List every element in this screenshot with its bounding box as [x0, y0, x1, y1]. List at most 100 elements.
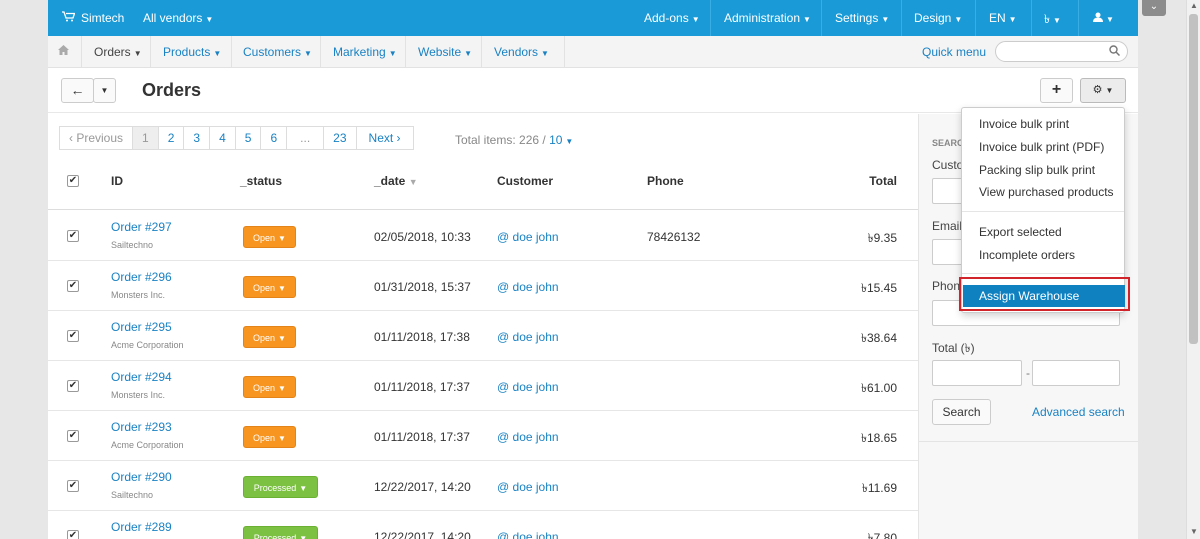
- per-page-select[interactable]: 10 ▼: [549, 133, 573, 147]
- quick-menu-link[interactable]: Quick menu: [922, 45, 986, 59]
- home-icon[interactable]: [58, 45, 69, 58]
- order-id-link[interactable]: Order #293: [111, 420, 172, 434]
- row-checkbox[interactable]: ✔: [67, 280, 79, 292]
- status-dropdown[interactable]: Open ▼: [243, 326, 296, 348]
- caret-down-icon: ▼: [278, 284, 286, 293]
- order-total: ৳15.45: [860, 281, 897, 295]
- page-gutter-left: [0, 0, 48, 539]
- settings-menu[interactable]: Settings ▼: [835, 11, 889, 25]
- column-id[interactable]: ID: [111, 174, 123, 188]
- status-dropdown[interactable]: Open ▼: [243, 376, 296, 398]
- nav-orders-label: Orders: [94, 45, 131, 59]
- status-dropdown[interactable]: Open ▼: [243, 276, 296, 298]
- status-dropdown[interactable]: Processed ▼: [243, 526, 318, 539]
- nav-vendors[interactable]: Vendors ▼: [494, 45, 549, 59]
- addons-menu[interactable]: Add-ons ▼: [644, 11, 700, 25]
- nav-website[interactable]: Website ▼: [418, 45, 472, 59]
- scroll-up-icon[interactable]: ▲: [1187, 0, 1200, 12]
- status-dropdown[interactable]: Open ▼: [243, 226, 296, 248]
- history-dropdown-button[interactable]: ▼: [93, 78, 116, 103]
- pager-page[interactable]: 3: [183, 126, 211, 150]
- vendors-label: All vendors: [143, 11, 203, 25]
- add-order-button[interactable]: +: [1040, 78, 1073, 103]
- status-dropdown[interactable]: Processed ▼: [243, 476, 318, 498]
- brand-label: Simtech: [81, 11, 125, 25]
- column-total[interactable]: Total: [869, 174, 897, 188]
- pager-ellipsis: ...: [286, 126, 325, 150]
- scroll-down-icon[interactable]: ▼: [1187, 526, 1200, 538]
- highlight-annotation-box: [959, 277, 1130, 311]
- user-menu[interactable]: ▼: [1093, 11, 1114, 25]
- pager-page[interactable]: 4: [209, 126, 236, 150]
- row-checkbox[interactable]: ✔: [67, 230, 79, 242]
- order-id-link[interactable]: Order #290: [111, 470, 172, 484]
- pager-page[interactable]: 1: [132, 126, 159, 150]
- caret-down-icon: ▼: [464, 49, 473, 58]
- vendors-menu[interactable]: All vendors ▼: [143, 11, 213, 25]
- row-checkbox[interactable]: ✔: [67, 430, 79, 442]
- column-status[interactable]: _status: [240, 174, 282, 188]
- nav-customers[interactable]: Customers ▼: [243, 45, 312, 59]
- menu-item-export-selected[interactable]: Export selected: [979, 225, 1062, 239]
- table-row: ✔ Order #295 Acme Corporation Open ▼ 01/11/20…: [48, 311, 918, 361]
- nav-marketing-label: Marketing: [333, 45, 386, 59]
- select-all-checkbox[interactable]: ✔: [67, 175, 79, 187]
- status-dropdown[interactable]: Open ▼: [243, 426, 296, 448]
- row-checkbox[interactable]: ✔: [67, 330, 79, 342]
- pager-previous[interactable]: ‹ Previous: [59, 126, 134, 150]
- search-button[interactable]: Search: [932, 399, 991, 425]
- customer-link[interactable]: @ doe john: [497, 330, 559, 344]
- customer-link[interactable]: @ doe john: [497, 380, 559, 394]
- order-id-link[interactable]: Order #295: [111, 320, 172, 334]
- customer-link[interactable]: @ doe john: [497, 230, 559, 244]
- column-date[interactable]: _date ▼: [374, 174, 418, 188]
- total-to-input[interactable]: [1032, 360, 1120, 386]
- nav-products[interactable]: Products ▼: [163, 45, 221, 59]
- settings-gear-button[interactable]: ⚙ ▼: [1080, 78, 1126, 103]
- menu-item-packing-slip-bulk-print[interactable]: Packing slip bulk print: [979, 163, 1095, 177]
- customer-link[interactable]: @ doe john: [497, 280, 559, 294]
- pager-next[interactable]: Next ›: [355, 126, 414, 150]
- menu-item-invoice-bulk-print-pdf[interactable]: Invoice bulk print (PDF): [979, 140, 1104, 154]
- menu-item-view-purchased-products[interactable]: View purchased products: [979, 185, 1114, 199]
- design-menu[interactable]: Design ▼: [914, 11, 962, 25]
- row-checkbox[interactable]: ✔: [67, 530, 79, 539]
- language-menu[interactable]: EN ▼: [989, 11, 1017, 25]
- nav-orders[interactable]: Orders ▼: [94, 45, 142, 59]
- total-from-input[interactable]: [932, 360, 1022, 386]
- pager-page[interactable]: 5: [234, 126, 262, 150]
- order-id-link[interactable]: Order #294: [111, 370, 172, 384]
- search-icon[interactable]: [1109, 45, 1121, 59]
- menu-item-incomplete-orders[interactable]: Incomplete orders: [979, 248, 1075, 262]
- scrollbar[interactable]: ▲ ▼: [1186, 0, 1200, 539]
- pager-page[interactable]: 23: [323, 126, 357, 150]
- brand-link[interactable]: Simtech: [62, 11, 124, 25]
- top-navbar: Simtech All vendors ▼ Add-ons ▼ Administra…: [48, 0, 1138, 36]
- administration-menu[interactable]: Administration ▼: [724, 11, 811, 25]
- nav-website-label: Website: [418, 45, 462, 59]
- row-checkbox[interactable]: ✔: [67, 480, 79, 492]
- arrow-left-icon: ←: [70, 82, 85, 98]
- advanced-search-link[interactable]: Advanced search: [1032, 405, 1125, 419]
- global-search-input[interactable]: [995, 41, 1128, 62]
- collapse-chevron-icon[interactable]: ⌄: [1142, 0, 1166, 16]
- column-customer[interactable]: Customer: [497, 174, 553, 188]
- pager-page[interactable]: 6: [260, 126, 288, 150]
- customer-link[interactable]: @ doe john: [497, 430, 559, 444]
- scroll-thumb[interactable]: [1189, 14, 1198, 344]
- pager-page[interactable]: 2: [157, 126, 185, 150]
- row-checkbox[interactable]: ✔: [67, 380, 79, 392]
- order-total: ৳11.69: [861, 481, 897, 495]
- nav-marketing[interactable]: Marketing ▼: [333, 45, 397, 59]
- language-label: EN: [989, 11, 1006, 25]
- currency-menu[interactable]: ৳ ▼: [1044, 11, 1061, 31]
- menu-item-invoice-bulk-print[interactable]: Invoice bulk print: [979, 117, 1069, 131]
- customer-link[interactable]: @ doe john: [497, 530, 559, 539]
- back-button[interactable]: ←: [61, 78, 94, 103]
- column-phone[interactable]: Phone: [647, 174, 684, 188]
- order-id-link[interactable]: Order #296: [111, 270, 172, 284]
- order-id-link[interactable]: Order #297: [111, 220, 172, 234]
- customer-link[interactable]: @ doe john: [497, 480, 559, 494]
- order-id-link[interactable]: Order #289: [111, 520, 172, 534]
- page-title: Orders: [142, 80, 202, 100]
